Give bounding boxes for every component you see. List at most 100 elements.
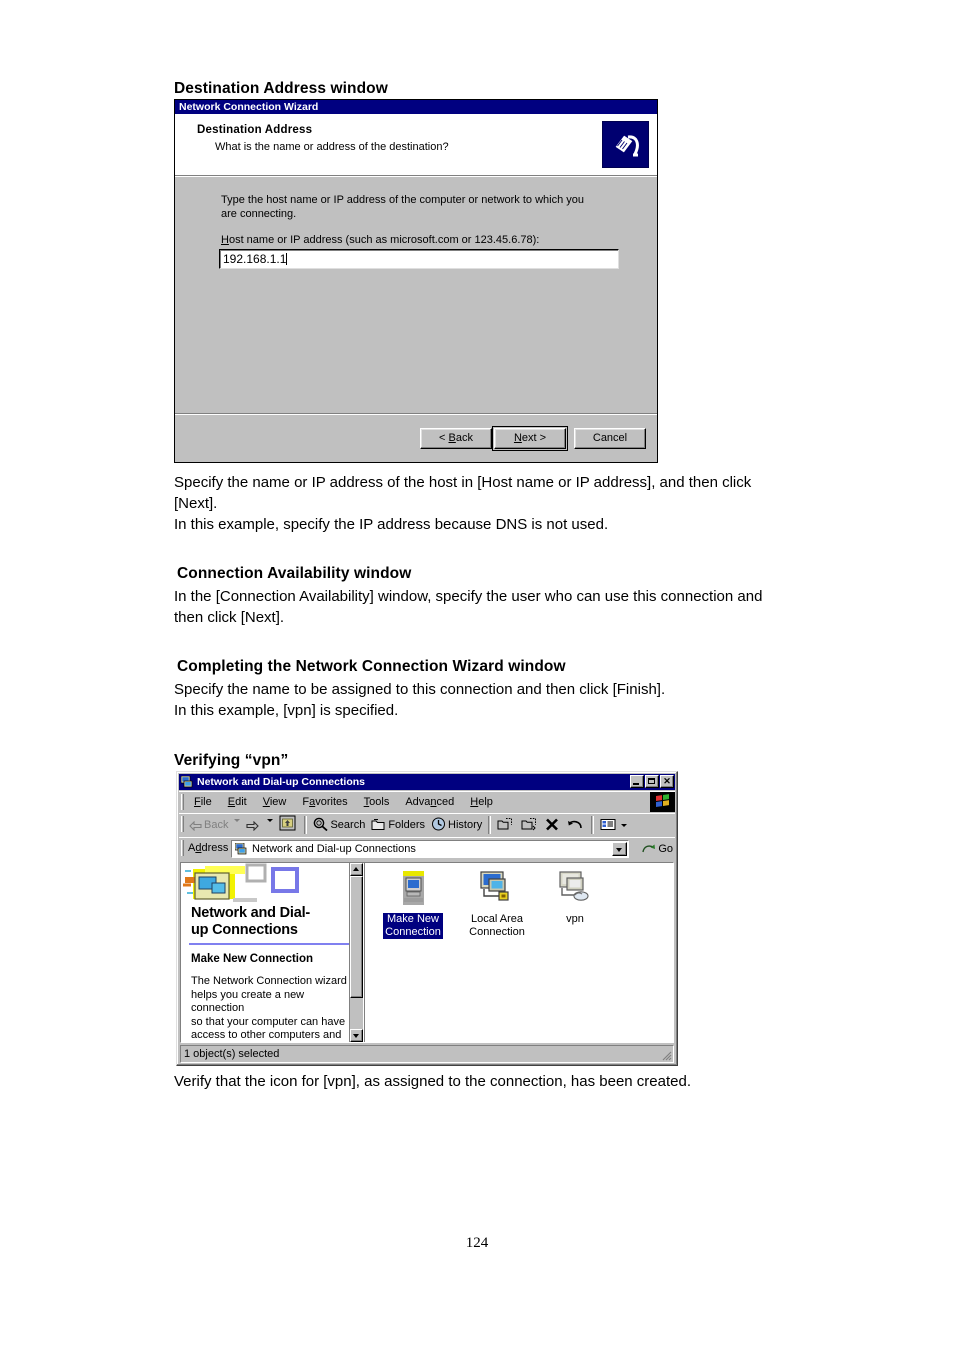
next-button[interactable]: Next > <box>492 426 568 451</box>
address-label-post: dress <box>201 842 229 854</box>
item-label-line1: Local Area <box>471 913 523 925</box>
cancel-button[interactable]: Cancel <box>574 428 646 449</box>
search-button[interactable]: Search <box>310 814 368 836</box>
menu-advanced[interactable]: Advanced <box>397 792 462 812</box>
menu-help[interactable]: Help <box>462 792 501 812</box>
forward-dropdown-arrow[interactable] <box>267 818 274 822</box>
list-item-make-new-connection[interactable]: Make New Connection <box>371 869 455 939</box>
wizard-title-bar: Network Connection Wizard <box>175 100 657 114</box>
menu-bar-grip[interactable] <box>181 794 184 810</box>
move-to-button[interactable] <box>518 814 542 836</box>
desc-line-3: so that your computer can have <box>191 1015 346 1028</box>
item-label-vpn: vpn <box>564 913 586 926</box>
page-number: 124 <box>465 1235 489 1251</box>
up-folder-icon <box>279 815 296 839</box>
menu-tools[interactable]: Tools <box>356 792 398 812</box>
views-button[interactable] <box>597 814 633 836</box>
back-label-mnemonic: B <box>448 432 456 444</box>
network-connections-window: Network and Dial-up Connections ✕ File Ed… <box>176 771 678 1066</box>
maximize-button[interactable] <box>645 775 659 788</box>
address-dropdown-button[interactable] <box>612 842 627 856</box>
forward-button[interactable] <box>243 814 264 836</box>
menu-favorites-label: vorites <box>315 796 348 808</box>
minimize-button[interactable] <box>630 775 644 788</box>
explorer-title-text: Network and Dial-up Connections <box>197 776 366 788</box>
address-bar-grip[interactable] <box>181 840 184 856</box>
item-label-make-new-connection: Make New Connection <box>383 913 443 939</box>
address-input[interactable]: Network and Dial-up Connections <box>231 840 629 858</box>
copy-to-button[interactable] <box>494 814 518 836</box>
back-button[interactable]: Back <box>186 814 231 836</box>
left-info-pane: Network and Dial- up Connections Make Ne… <box>181 863 363 1042</box>
menu-favorites[interactable]: Favorites <box>294 792 355 812</box>
left-pane-scrollbar[interactable] <box>349 863 363 1042</box>
network-connections-icon <box>181 776 194 788</box>
menu-file-label: ile <box>200 796 212 808</box>
window-controls: ✕ <box>630 775 674 788</box>
history-icon <box>431 817 446 839</box>
windows-logo-icon <box>650 792 675 812</box>
menu-tools-label: ools <box>369 796 390 808</box>
section-heading-completing-wizard: Completing the Network Connection Wizard… <box>177 658 566 675</box>
left-pane-title: Network and Dial- up Connections <box>191 905 310 939</box>
paragraph-destination-address: Specify the name or IP address of the ho… <box>174 472 842 535</box>
item-label-line2: Connection <box>385 926 441 938</box>
up-button[interactable] <box>276 814 301 836</box>
close-button[interactable]: ✕ <box>660 775 674 788</box>
make-new-connection-icon <box>371 869 455 911</box>
para1-line1: Specify the name or IP address of the ho… <box>174 474 752 491</box>
item-label-local-area-connection: Local Area Connection <box>467 913 527 939</box>
wizard-header-title: Destination Address <box>197 124 313 136</box>
left-pane-title-line2: up Connections <box>191 922 298 938</box>
host-name-input[interactable]: 192.168.1.1 <box>219 249 619 269</box>
folders-icon <box>371 817 386 839</box>
host-name-field-label: Host name or IP address (such as microso… <box>221 234 539 246</box>
host-name-label-rest: ost name or IP address (such as microsof… <box>228 234 540 246</box>
folders-button[interactable]: Folders <box>368 814 428 836</box>
delete-button[interactable] <box>542 814 564 836</box>
text-caret <box>286 253 288 265</box>
menu-file[interactable]: File <box>186 792 220 812</box>
status-bar: 1 object(s) selected <box>180 1045 674 1063</box>
go-label: Go <box>658 843 673 855</box>
document-page: Destination Address window Network Conne… <box>0 0 954 1351</box>
para3-line1: Specify the name to be assigned to this … <box>174 681 666 698</box>
menu-view-mnemonic: V <box>262 796 270 808</box>
menu-edit[interactable]: Edit <box>220 792 255 812</box>
undo-button[interactable] <box>564 814 588 836</box>
menu-advanced-label: ced <box>436 796 455 808</box>
para1-line3: In this example, specify the IP address … <box>174 516 609 533</box>
para2-line2: then click [Next]. <box>174 609 285 626</box>
back-label: Back <box>204 819 229 831</box>
list-item-vpn[interactable]: vpn <box>533 869 617 926</box>
history-button[interactable]: History <box>428 814 485 836</box>
back-dropdown-arrow[interactable] <box>234 818 241 822</box>
next-label-mnemonic: N <box>513 432 522 444</box>
explorer-title-bar: Network and Dial-up Connections ✕ <box>179 774 675 790</box>
para1-line2: [Next]. <box>174 495 218 512</box>
scroll-down-button[interactable] <box>350 1029 363 1042</box>
views-icon <box>600 817 616 839</box>
item-label-line1: vpn <box>566 913 584 925</box>
back-button[interactable]: < Back <box>420 428 492 449</box>
section-heading-connection-availability: Connection Availability window <box>177 565 412 582</box>
menu-view[interactable]: View <box>255 792 295 812</box>
toolbar-grip[interactable] <box>181 816 184 832</box>
local-area-connection-icon <box>455 869 539 911</box>
scroll-up-button[interactable] <box>350 863 363 876</box>
menu-help-label: elp <box>478 796 493 808</box>
menu-bar: File Edit View Favorites Tools Advanced Help <box>179 791 675 812</box>
menu-view-label: iew <box>269 796 287 808</box>
back-label-pre: < <box>439 432 449 444</box>
status-text: 1 object(s) selected <box>184 1048 280 1060</box>
para3-line2: In this example, [vpn] is specified. <box>174 702 399 719</box>
views-dropdown-arrow[interactable] <box>621 823 628 827</box>
resize-grip[interactable] <box>660 1049 672 1061</box>
explorer-content: Network and Dial- up Connections Make Ne… <box>180 862 674 1043</box>
list-item-local-area-connection[interactable]: Local Area Connection <box>455 869 539 939</box>
scrollbar-thumb[interactable] <box>350 876 363 998</box>
para2-line1: In the [Connection Availability] window,… <box>174 588 763 605</box>
left-pane-subtitle: Make New Connection <box>191 953 314 965</box>
network-connections-icon <box>235 843 248 855</box>
go-button[interactable]: Go <box>642 840 673 861</box>
